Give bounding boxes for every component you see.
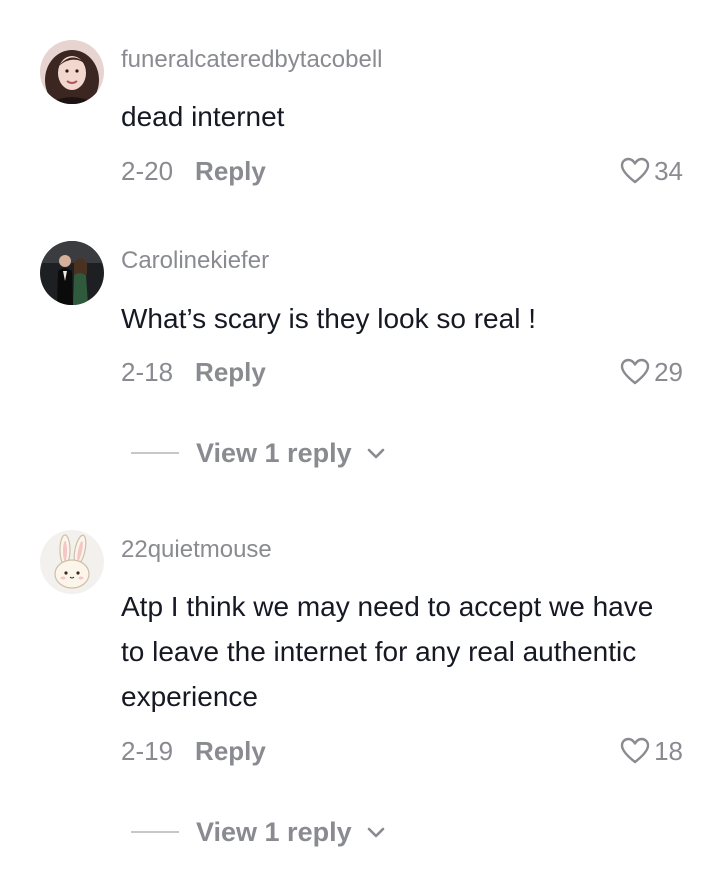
like-count: 29 [654, 356, 683, 387]
comment-username[interactable]: 22quietmouse [121, 535, 272, 565]
like-button[interactable]: 18 [620, 733, 683, 769]
comment-text: What’s scary is they look so real ! [121, 303, 536, 334]
view-replies-label: View 1 reply [196, 437, 352, 468]
like-button[interactable]: 29 [620, 354, 683, 390]
reply-button[interactable]: Reply [195, 156, 266, 186]
bunny-avatar-icon [40, 530, 104, 594]
comment-meta: 2-18 Reply [121, 354, 266, 390]
like-button[interactable]: 34 [620, 153, 683, 189]
reply-thread-line [131, 831, 179, 833]
couple-photo-avatar-icon [40, 241, 104, 305]
comment-date: 2-20 [121, 156, 174, 186]
comment-username[interactable]: Carolinekiefer [121, 246, 269, 276]
avatar[interactable] [40, 241, 104, 305]
reply-button[interactable]: Reply [195, 736, 266, 766]
comment-meta: 2-19 Reply [121, 733, 266, 769]
avatar[interactable] [40, 530, 104, 594]
comment-username[interactable]: funeralcateredbytacobell [121, 45, 383, 75]
reply-thread-line [131, 452, 179, 454]
comment-text: Atp I think we may need to accept we hav… [121, 591, 654, 712]
view-replies-label: View 1 reply [196, 816, 352, 847]
chevron-down-icon [367, 827, 384, 838]
avatar[interactable] [40, 40, 104, 104]
like-count: 34 [654, 155, 683, 186]
chevron-down-icon [367, 448, 384, 459]
woman-portrait-avatar-icon [40, 40, 104, 104]
reply-button[interactable]: Reply [195, 357, 266, 387]
heart-icon [620, 358, 650, 385]
comment-date: 2-19 [121, 736, 174, 766]
comment-date: 2-18 [121, 357, 174, 387]
view-replies-button[interactable]: View 1 reply [131, 814, 386, 850]
comment-text: dead internet [121, 101, 285, 132]
view-replies-button[interactable]: View 1 reply [131, 435, 386, 471]
heart-icon [620, 737, 650, 764]
like-count: 18 [654, 735, 683, 766]
heart-icon [620, 157, 650, 184]
comment-meta: 2-20 Reply [121, 153, 266, 189]
